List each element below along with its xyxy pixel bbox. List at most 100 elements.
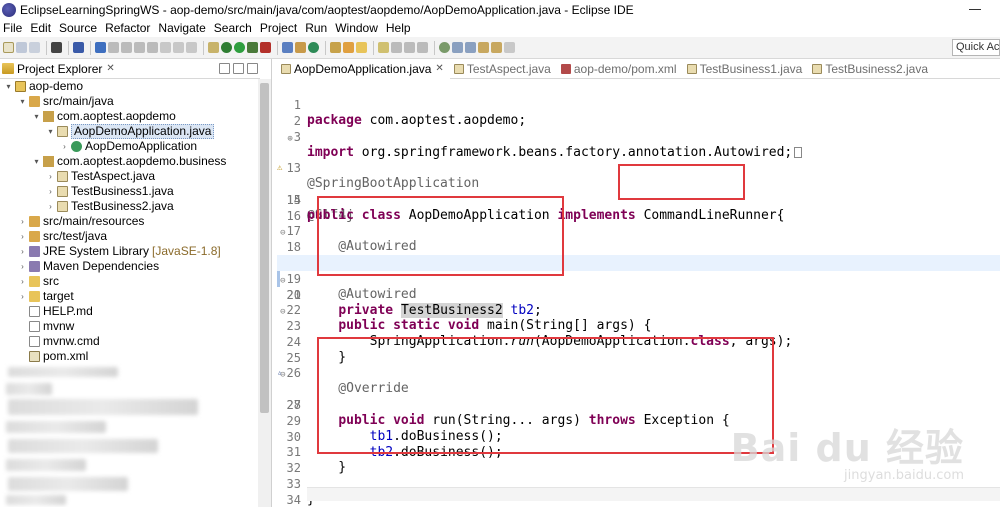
menu-help[interactable]: Help xyxy=(383,21,416,35)
tree-item-label: src/main/resources xyxy=(43,214,145,228)
tree-vertical-scrollbar[interactable] xyxy=(258,79,271,507)
link-with-editor-icon[interactable] xyxy=(233,63,244,74)
chevron-right-icon[interactable]: › xyxy=(18,214,27,229)
chevron-right-icon[interactable]: › xyxy=(18,244,27,259)
chevron-right-icon[interactable]: › xyxy=(46,169,55,184)
chevron-right-icon[interactable]: › xyxy=(18,229,27,244)
menu-search[interactable]: Search xyxy=(211,21,257,35)
step-over-icon[interactable] xyxy=(173,42,184,53)
obscured-region xyxy=(6,495,66,505)
tree-item-package-aopdemo[interactable]: ▾ com.aoptest.aopdemo xyxy=(0,109,258,124)
tab-testbusiness2-java[interactable]: TestBusiness2.java xyxy=(808,59,934,79)
chevron-right-icon[interactable]: › xyxy=(18,274,27,289)
run-icon[interactable] xyxy=(234,42,245,53)
step-into-icon[interactable] xyxy=(160,42,171,53)
tree-item-src-main-resources[interactable]: › src/main/resources xyxy=(0,214,258,229)
tree-item-testbusiness1-java[interactable]: › TestBusiness1.java xyxy=(0,184,258,199)
tree-item-package-business[interactable]: ▾ com.aoptest.aopdemo.business xyxy=(0,154,258,169)
tab-label: AopDemoApplication.java xyxy=(294,61,432,76)
menu-file[interactable]: File xyxy=(0,21,27,35)
new-java-project-icon[interactable] xyxy=(282,42,293,53)
tree-item-jre-system-library[interactable]: › JRE System Library [JavaSE-1.8] xyxy=(0,244,258,259)
chevron-down-icon[interactable]: ▾ xyxy=(4,79,13,94)
use-step-filters-icon[interactable] xyxy=(208,42,219,53)
tree-item-mvnw[interactable]: mvnw xyxy=(0,319,258,334)
tree-item-aopdemoapplication-class[interactable]: › AopDemoApplication xyxy=(0,139,258,154)
chevron-right-icon[interactable]: › xyxy=(18,289,27,304)
menu-refactor[interactable]: Refactor xyxy=(102,21,155,35)
suspend-icon[interactable] xyxy=(121,42,132,53)
menu-edit[interactable]: Edit xyxy=(27,21,56,35)
tree-item-aopdemoapplication-java[interactable]: ▾ AopDemoApplication.java xyxy=(0,124,258,139)
chevron-right-icon[interactable]: › xyxy=(60,139,69,154)
sync-icon[interactable] xyxy=(439,42,450,53)
tree-item-src-test-java[interactable]: › src/test/java xyxy=(0,229,258,244)
menu-run[interactable]: Run xyxy=(302,21,332,35)
chevron-down-icon[interactable]: ▾ xyxy=(32,109,41,124)
disconnect-icon[interactable] xyxy=(147,42,158,53)
tree-item-maven-dependencies[interactable]: › Maven Dependencies xyxy=(0,259,258,274)
next-annotation-icon[interactable] xyxy=(452,42,463,53)
prev-annotation-icon[interactable] xyxy=(465,42,476,53)
scrollbar-thumb[interactable] xyxy=(260,83,269,413)
chevron-right-icon[interactable]: › xyxy=(18,259,27,274)
toggle-block-selection-icon[interactable] xyxy=(391,42,402,53)
warning-marker-icon[interactable]: ⚠ xyxy=(277,163,287,173)
print-icon[interactable] xyxy=(51,42,62,53)
tree-item-target[interactable]: › target xyxy=(0,289,258,304)
close-icon[interactable]: ✕ xyxy=(106,63,114,74)
collapse-all-icon[interactable] xyxy=(219,63,230,74)
save-icon[interactable] xyxy=(16,42,27,53)
show-whitespace-icon[interactable] xyxy=(404,42,415,53)
menu-source[interactable]: Source xyxy=(56,21,102,35)
terminate-icon[interactable] xyxy=(134,42,145,53)
tree-item-src[interactable]: › src xyxy=(0,274,258,289)
quick-access-input[interactable]: Quick Acc xyxy=(952,39,1000,56)
coverage-icon[interactable] xyxy=(247,42,258,53)
tree-item-aop-demo[interactable]: ▾ aop-demo xyxy=(0,79,258,94)
skip-breakpoints-icon[interactable] xyxy=(95,42,106,53)
override-marker-icon[interactable]: ▵ xyxy=(277,368,287,378)
tree-item-mvnw-cmd[interactable]: mvnw.cmd xyxy=(0,334,258,349)
chevron-right-icon[interactable]: › xyxy=(46,199,55,214)
open-type-icon[interactable] xyxy=(330,42,341,53)
tree-item-src-main-java[interactable]: ▾ src/main/java xyxy=(0,94,258,109)
tab-testaspect-java[interactable]: TestAspect.java xyxy=(450,59,557,79)
new-icon[interactable] xyxy=(3,42,14,53)
view-menu-icon[interactable] xyxy=(247,63,258,74)
tab-testbusiness1-java[interactable]: TestBusiness1.java xyxy=(683,59,809,79)
terminal-icon[interactable] xyxy=(73,42,84,53)
toggle-mark-occurrences-icon[interactable] xyxy=(378,42,389,53)
new-package-icon[interactable] xyxy=(295,42,306,53)
minimize-button[interactable] xyxy=(968,0,982,19)
chevron-down-icon[interactable]: ▾ xyxy=(32,154,41,169)
tree-item-testbusiness2-java[interactable]: › TestBusiness2.java xyxy=(0,199,258,214)
chevron-down-icon[interactable]: ▾ xyxy=(18,94,27,109)
external-tools-icon[interactable] xyxy=(260,42,271,53)
new-class-icon[interactable] xyxy=(308,42,319,53)
search-icon[interactable] xyxy=(356,42,367,53)
menu-navigate[interactable]: Navigate xyxy=(155,21,210,35)
fold-expand-icon[interactable]: ⊕ xyxy=(287,134,292,144)
tree-item-help-md[interactable]: HELP.md xyxy=(0,304,258,319)
tab-pom-xml[interactable]: aop-demo/pom.xml xyxy=(557,59,683,79)
chevron-right-icon[interactable]: › xyxy=(46,184,55,199)
last-edit-location-icon[interactable] xyxy=(478,42,489,53)
tree-item-pom-xml[interactable]: pom.xml xyxy=(0,349,258,364)
resume-icon[interactable] xyxy=(108,42,119,53)
project-explorer-tab[interactable]: Project Explorer ✕ xyxy=(0,59,260,79)
save-all-icon[interactable] xyxy=(29,42,40,53)
chevron-down-icon[interactable]: ▾ xyxy=(46,124,55,139)
tree-item-testaspect-java[interactable]: › TestAspect.java xyxy=(0,169,258,184)
open-task-icon[interactable] xyxy=(343,42,354,53)
back-icon[interactable] xyxy=(491,42,502,53)
menu-window[interactable]: Window xyxy=(332,21,383,35)
forward-icon[interactable] xyxy=(504,42,515,53)
close-icon[interactable]: ✕ xyxy=(435,63,443,74)
debug-icon[interactable] xyxy=(221,42,232,53)
step-return-icon[interactable] xyxy=(186,42,197,53)
pin-editor-icon[interactable] xyxy=(417,42,428,53)
menu-project[interactable]: Project xyxy=(257,21,302,35)
editor-horizontal-scrollbar[interactable] xyxy=(307,487,1000,501)
tab-aopdemoapplication-java[interactable]: AopDemoApplication.java ✕ xyxy=(277,58,450,79)
